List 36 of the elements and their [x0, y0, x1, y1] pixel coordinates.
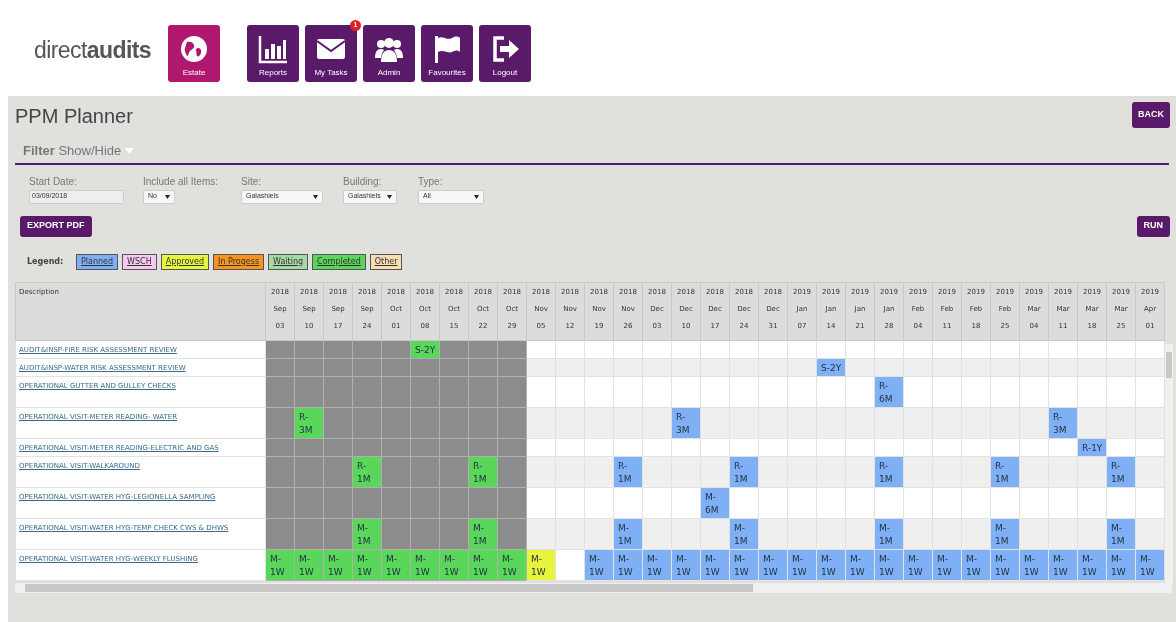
horizontal-scrollbar[interactable]	[15, 582, 1172, 593]
export-pdf-button[interactable]: EXPORT PDF	[20, 215, 92, 237]
globe-icon	[179, 34, 209, 64]
legend-tag[interactable]: Waiting	[268, 253, 309, 270]
filter-label: Start Date:	[29, 174, 78, 189]
nav-tile-button[interactable]: Estate	[168, 25, 220, 82]
caret-icon	[313, 194, 318, 199]
flag-icon	[432, 34, 462, 64]
filter-label: Building:	[343, 174, 383, 189]
exit-icon	[490, 34, 520, 64]
page-title: PPM Planner	[15, 104, 133, 129]
legend-tag[interactable]: Planned	[76, 253, 119, 270]
nav-tile-button[interactable]: Logout	[479, 25, 531, 82]
caret-icon	[474, 194, 479, 199]
logo-text: directaudits	[34, 36, 153, 65]
legend-tag[interactable]: In Progess	[213, 253, 265, 270]
legend-tag[interactable]: Approved	[160, 253, 210, 270]
filter-label: Include all Items:	[143, 174, 220, 189]
legend-label: Legend:	[27, 255, 65, 268]
legend-tag[interactable]: Completed	[312, 253, 366, 270]
nav-tile-button[interactable]: Reports	[247, 25, 299, 82]
legend-tag[interactable]: WSCH	[122, 253, 157, 270]
back-button[interactable]: BACK	[1132, 102, 1170, 128]
caret-icon	[125, 147, 135, 154]
bar-chart-icon	[258, 34, 288, 64]
run-button[interactable]: RUN	[1136, 215, 1170, 237]
scrollbar-thumb[interactable]	[25, 583, 753, 592]
legend-tag[interactable]: Other	[369, 253, 403, 270]
nav-tile-button[interactable]: Admin	[363, 25, 415, 82]
scrollbar-thumb[interactable]	[1166, 351, 1172, 378]
filter-label: Type:	[418, 174, 444, 189]
caret-icon	[387, 194, 392, 199]
nav-tile-button[interactable]: Favourites	[421, 25, 473, 82]
vertical-scrollbar[interactable]	[1165, 343, 1173, 583]
filter-label: Site:	[241, 174, 262, 189]
caret-icon	[165, 194, 170, 199]
